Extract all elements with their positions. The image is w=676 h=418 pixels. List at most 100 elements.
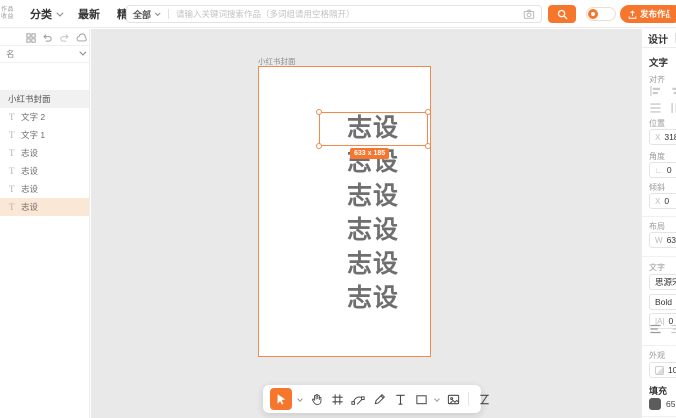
resize-handle-top-right[interactable] — [425, 109, 431, 115]
width-value: 633 — [667, 235, 676, 245]
shape-tool[interactable] — [413, 388, 429, 410]
pen-tool[interactable] — [350, 388, 366, 410]
nav-category-label: 分类 — [30, 6, 52, 22]
canvas-text[interactable]: 志设 — [318, 282, 428, 316]
resize-handle-bottom-left[interactable] — [316, 143, 322, 149]
nav-category[interactable]: 分类 — [30, 6, 61, 22]
undo-icon[interactable] — [42, 32, 53, 43]
align-center-horizontal-icon[interactable] — [670, 85, 676, 97]
opacity-input[interactable]: 100 — [649, 362, 676, 378]
components-icon[interactable] — [26, 33, 36, 43]
hand-tool[interactable] — [308, 388, 324, 410]
upload-icon — [628, 10, 637, 19]
skew-input[interactable]: X 0 — [649, 193, 676, 209]
chevron-down-icon[interactable] — [79, 49, 86, 56]
slice-tool[interactable] — [476, 388, 492, 410]
canvas-text[interactable]: 志设 — [318, 248, 428, 282]
divider — [0, 62, 90, 63]
properties-tabs: 设计 — [642, 29, 676, 48]
layer-row-frame[interactable]: 小红书封面 — [0, 90, 90, 108]
angle-input[interactable]: ∟ 0 — [649, 162, 676, 178]
layer-label: 文字 1 — [21, 129, 45, 141]
canvas-text[interactable]: 志设 — [318, 180, 428, 214]
distribute-vertical-icon[interactable] — [649, 102, 662, 114]
artboard[interactable]: 志设 志设 志设 志设 志设 志设 633 x 185 — [258, 66, 431, 357]
corner-label: 作品 收益 — [1, 7, 14, 21]
font-family-select[interactable]: 思源宋体 — [649, 274, 676, 290]
chevron-down-icon — [56, 9, 63, 16]
angle-icon: ∟ — [655, 166, 663, 175]
fill-color-swatch[interactable] — [649, 398, 661, 410]
position-x-input[interactable]: X 318 — [649, 129, 676, 145]
layer-label: 小红书封面 — [8, 93, 51, 105]
text-align-center-icon[interactable] — [670, 323, 676, 335]
publish-button[interactable]: 发布作品 — [620, 5, 676, 23]
properties-panel-content: 设计 文字 对齐 位置 — [642, 29, 676, 418]
layer-row-text[interactable]: T 志设 — [0, 144, 90, 162]
distribute-horizontal-icon[interactable] — [670, 102, 676, 114]
text-align-left-icon[interactable] — [649, 323, 662, 335]
resize-handle-bottom-right[interactable] — [425, 143, 431, 149]
corner-line-2: 收益 — [1, 14, 14, 21]
cloud-icon[interactable] — [76, 32, 88, 43]
chevron-down-icon[interactable] — [297, 396, 303, 402]
pencil-icon — [373, 393, 386, 406]
layers-panel-toolbar — [26, 32, 90, 43]
search-filter-label: 全部 — [133, 8, 151, 21]
position-x-prefix: X — [655, 133, 660, 142]
search-button[interactable] — [548, 5, 576, 23]
layer-label: 志设 — [21, 201, 38, 213]
selection-box[interactable] — [319, 112, 428, 146]
position-label: 位置 — [649, 118, 665, 129]
toggle-knob — [588, 9, 598, 19]
chevron-down-icon[interactable] — [434, 396, 440, 402]
properties-panel: 设计 文字 对齐 位置 — [641, 29, 676, 418]
layer-row-text[interactable]: T 文字 1 — [0, 126, 90, 144]
opacity-icon — [655, 366, 664, 375]
skew-label: 倾斜 — [649, 182, 665, 193]
font-family-value: 思源宋体 — [655, 276, 676, 288]
width-input[interactable]: W 633 — [649, 232, 676, 248]
text-layer-icon: T — [9, 202, 21, 212]
redo-icon[interactable] — [59, 32, 70, 43]
topbar: 作品 收益 分类 最新 精品 全部 请输入关键词搜索作品（多词组请用空格隔开） — [0, 0, 676, 28]
layer-row-text[interactable]: T 志设 — [0, 162, 90, 180]
camera-icon[interactable] — [523, 8, 535, 20]
resize-handle-top-left[interactable] — [316, 109, 322, 115]
search-input[interactable]: 请输入关键词搜索作品（多词组请用空格隔开） — [176, 8, 519, 20]
layer-row-text-selected[interactable]: T 志设 — [0, 198, 90, 216]
fill-row[interactable]: 656565 — [649, 398, 676, 410]
search-filter-dropdown[interactable]: 全部 — [133, 8, 159, 21]
divider — [642, 416, 676, 417]
canvas-toolbar — [263, 385, 481, 413]
font-section-label: 文字 — [649, 262, 665, 273]
text-layer-icon: T — [9, 184, 21, 194]
tab-design[interactable]: 设计 — [648, 31, 668, 46]
font-weight-select[interactable]: Bold — [649, 294, 676, 310]
layer-label: 志设 — [21, 183, 38, 195]
nav-latest[interactable]: 最新 — [78, 6, 100, 22]
text-tool[interactable] — [392, 388, 408, 410]
image-icon — [447, 393, 460, 406]
corner-line-1: 作品 — [1, 7, 14, 14]
toggle-switch[interactable] — [586, 7, 616, 21]
align-left-icon[interactable] — [649, 85, 662, 97]
fill-hex-value: 656565 — [666, 399, 676, 409]
chevron-down-icon — [155, 10, 161, 16]
magnifier-icon — [557, 9, 568, 20]
image-tool[interactable] — [445, 388, 461, 410]
frame-tool[interactable] — [329, 388, 345, 410]
layer-row-text[interactable]: T 志设 — [0, 180, 90, 198]
width-prefix: W — [655, 236, 663, 245]
layer-label: 志设 — [21, 165, 38, 177]
design-editor-app: 作品 收益 分类 最新 精品 全部 请输入关键词搜索作品（多词组请用空格隔开） — [0, 0, 676, 418]
canvas-text[interactable]: 志设 — [318, 214, 428, 248]
align-label: 对齐 — [649, 74, 665, 85]
pencil-tool[interactable] — [371, 388, 387, 410]
search-bar[interactable]: 全部 请输入关键词搜索作品（多词组请用空格隔开） — [126, 5, 542, 23]
layer-row-text[interactable]: T 文字 2 — [0, 108, 90, 126]
text-layer-icon: T — [9, 130, 21, 140]
layers-header-label: 名 — [6, 48, 15, 60]
select-tool[interactable] — [270, 388, 292, 410]
canvas-area[interactable]: 小红书封面 志设 志设 志设 志设 志设 志设 633 x 185 — [91, 29, 641, 418]
